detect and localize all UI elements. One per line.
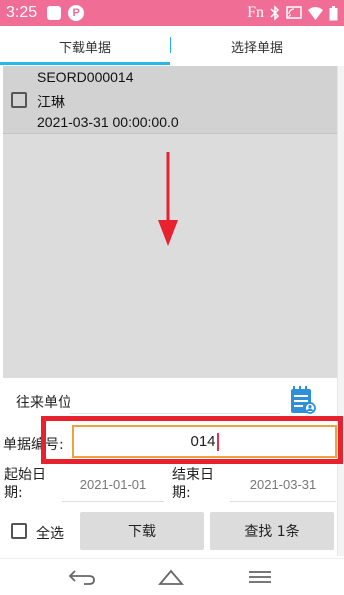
wifi-icon xyxy=(308,6,323,20)
cast-icon xyxy=(286,6,302,20)
annotation-arrow-icon xyxy=(158,152,178,246)
start-date-input[interactable]: 2021-01-01 xyxy=(62,468,164,502)
annotation-highlight-box xyxy=(41,416,343,464)
tab-download-docs[interactable]: 下载单据 xyxy=(0,26,170,66)
navigation-bar xyxy=(0,558,344,595)
home-icon[interactable] xyxy=(158,567,184,591)
end-date-input[interactable]: 2021-03-31 xyxy=(230,468,336,502)
battery-icon xyxy=(329,5,338,21)
partner-label: 往来单位: xyxy=(16,395,77,411)
tab-bar: 下载单据 选择单据 xyxy=(0,26,344,66)
document-date: 2021-03-31 00:00:00.0 xyxy=(37,114,179,130)
menu-icon[interactable] xyxy=(247,567,273,591)
tab-select-docs[interactable]: 选择单据 xyxy=(170,26,344,66)
status-right: Fn xyxy=(247,4,338,22)
partner-input[interactable] xyxy=(70,384,280,414)
active-tab-indicator xyxy=(0,62,170,65)
search-button[interactable]: 查找 1条 xyxy=(210,512,334,550)
status-time: 3:25 xyxy=(6,4,38,21)
select-all-checkbox[interactable] xyxy=(11,523,27,539)
list-item-checkbox[interactable] xyxy=(11,92,27,108)
notification-square-icon xyxy=(47,6,62,20)
document-code: SEORD000014 xyxy=(37,69,134,85)
download-button[interactable]: 下载 xyxy=(80,512,204,550)
document-name: 江琳 xyxy=(37,94,65,110)
fn-indicator: Fn xyxy=(247,4,264,21)
start-date-label: 起始日期: xyxy=(4,467,46,501)
status-bar: 3:25 P Fn xyxy=(0,0,344,26)
select-all-label[interactable]: 全选 xyxy=(36,523,64,543)
document-list[interactable]: SEORD000014 江琳 2021-03-31 00:00:00.0 xyxy=(3,66,337,378)
address-book-icon[interactable] xyxy=(289,385,317,419)
list-item[interactable]: SEORD000014 江琳 2021-03-31 00:00:00.0 xyxy=(3,66,337,134)
tab-divider xyxy=(170,37,171,53)
bluetooth-icon xyxy=(270,5,280,21)
back-icon[interactable] xyxy=(67,567,97,591)
notification-p-icon: P xyxy=(68,5,85,21)
end-date-label: 结束日期: xyxy=(172,467,214,501)
right-edge-strip xyxy=(337,66,344,556)
